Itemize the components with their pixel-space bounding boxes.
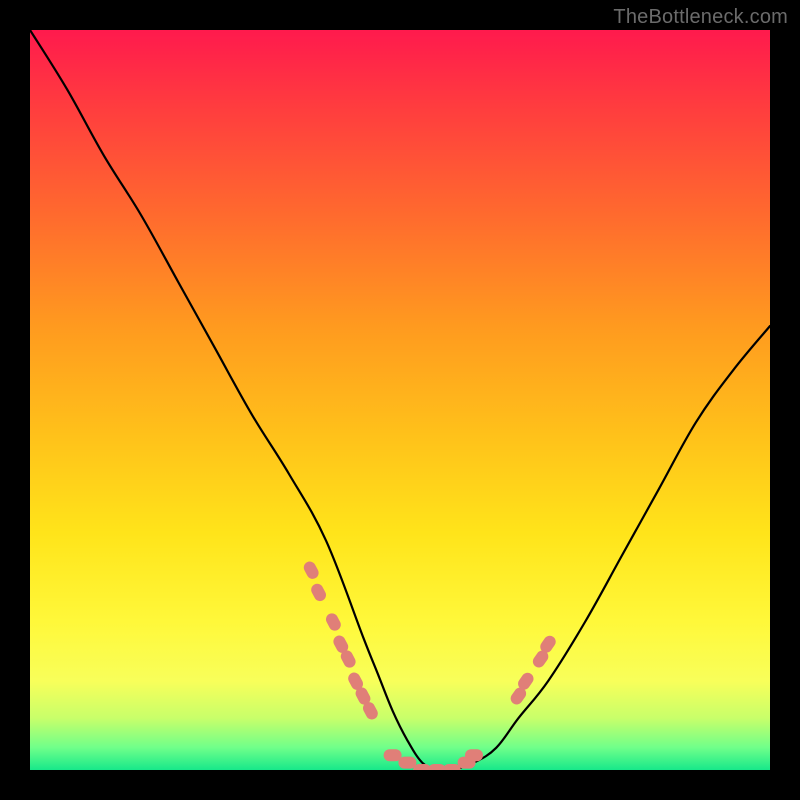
- bottleneck-curve: [30, 30, 770, 770]
- marker-left-cluster: [309, 582, 328, 604]
- attribution-text: TheBottleneck.com: [613, 6, 788, 29]
- chart-svg: [30, 30, 770, 770]
- marker-trough: [398, 757, 416, 769]
- marker-trough: [384, 749, 402, 761]
- marker-left-cluster: [302, 559, 321, 581]
- chart-frame: TheBottleneck.com: [0, 0, 800, 800]
- marker-left-cluster: [324, 611, 343, 633]
- plot-area: [30, 30, 770, 770]
- curve-markers: [302, 559, 558, 770]
- marker-trough: [465, 749, 483, 761]
